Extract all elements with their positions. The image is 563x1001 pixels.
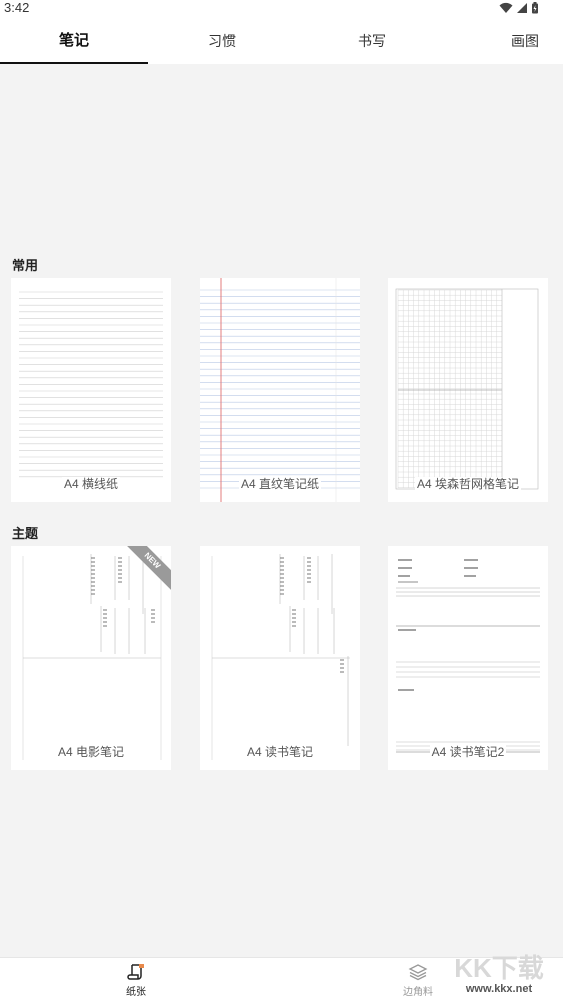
template-card-label: A4 读书笔记 [244,745,315,759]
template-card-label: A4 读书笔记2 [429,745,507,759]
lined-notebook-thumbnail [200,278,360,502]
template-card-ruled-paper[interactable]: A4 横线纸 [11,278,171,502]
tab-habits[interactable]: 习惯 [148,16,296,64]
watermark: KK下载 www.kkx.net [439,953,559,999]
tab-drawing[interactable]: 画图 [450,16,563,64]
section-title-common: 常用 [12,258,39,273]
battery-icon [532,2,538,14]
tab-active-indicator [0,62,148,64]
nav-item-paper[interactable]: 纸张 [106,962,166,998]
section-title-theme: 主题 [12,526,39,541]
template-card-reading-notes-2[interactable]: A4 读书笔记2 [388,546,548,770]
tab-bar: 笔记 习惯 书写 画图 [0,16,563,64]
nav-label-paper: 纸张 [126,987,146,998]
template-card-label: A4 横线纸 [61,477,120,491]
ruled-paper-thumbnail [19,291,163,478]
template-card-lined-notebook[interactable]: A4 直纹笔记纸 [200,278,360,502]
paper-icon [127,964,144,980]
reading-notes-thumbnail [211,554,350,760]
layers-icon [408,964,428,981]
template-card-label: A4 直纹笔记纸 [238,477,321,491]
watermark-url: www.kkx.net [465,983,533,995]
template-card-movie-notes[interactable]: NEW A4 电影笔记 [11,546,171,770]
template-card-label: A4 电影笔记 [55,745,126,759]
tab-notes[interactable]: 笔记 [0,16,148,64]
template-card-grid-notes[interactable]: A4 埃森哲网格笔记 [388,278,548,502]
tab-writing[interactable]: 书写 [298,16,446,64]
status-icons [499,2,539,14]
wifi-icon [499,2,513,14]
template-card-label: A4 埃森哲网格笔记 [414,477,521,491]
movie-notes-thumbnail [22,554,162,760]
status-bar: 3:42 [0,0,563,16]
grid-paper-thumbnail [395,288,539,490]
signal-icon [517,3,527,13]
reading-notes-2-thumbnail [396,559,540,753]
watermark-logo: KK下载 [454,953,544,983]
template-card-reading-notes[interactable]: A4 读书笔记 [200,546,360,770]
status-time: 3:42 [4,0,30,15]
